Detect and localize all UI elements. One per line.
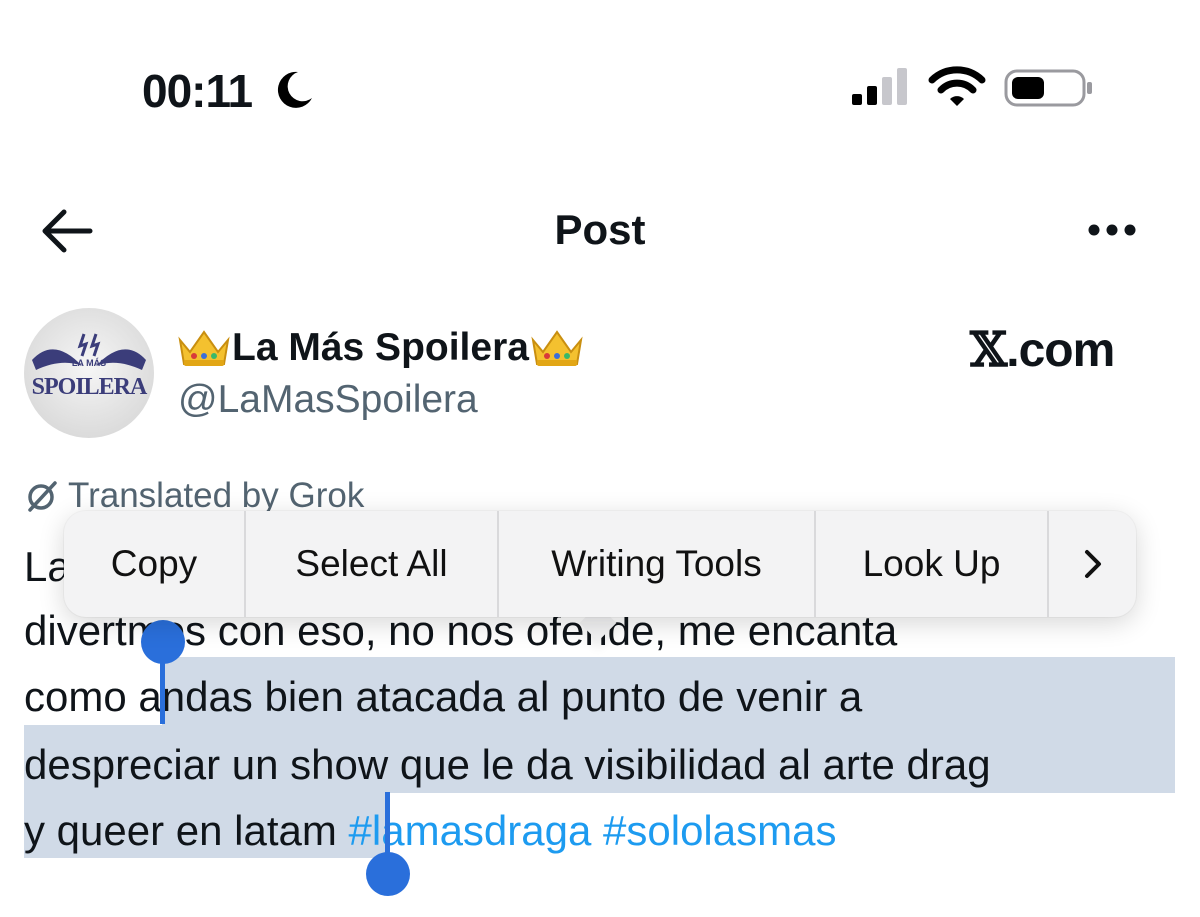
hashtag-link[interactable]: #sololasmas	[603, 807, 836, 854]
translation-notice[interactable]: Translated by Grok	[24, 476, 364, 516]
text-context-menu: Copy Select All Writing Tools Look Up	[64, 511, 1136, 617]
page-title: Post	[554, 206, 646, 253]
post-text-line: como andas bien atacada al punto de veni…	[24, 668, 862, 726]
post-text-selected: despreciar un show que le da visibilidad…	[24, 741, 991, 788]
post-text: como	[24, 673, 139, 720]
selection-end-handle[interactable]	[366, 852, 410, 896]
select-all-menu-item[interactable]: Select All	[246, 511, 497, 617]
avatar-logo: LA MÁS SPOILERA	[24, 308, 154, 438]
more-options-icon[interactable]	[1082, 212, 1142, 248]
post-text-selected: andas bien atacada al punto de venir a	[138, 673, 863, 720]
author-name-row[interactable]: La Más Spoilera	[176, 322, 585, 374]
status-time: 00:11	[142, 65, 253, 117]
avatar-text-bottom: SPOILERA	[32, 374, 148, 400]
cellular-signal-icon	[852, 68, 907, 105]
menu-more-button[interactable]	[1049, 511, 1136, 617]
crown-emoji-icon	[531, 330, 583, 366]
battery-icon	[1004, 69, 1092, 107]
moon-icon	[277, 71, 312, 108]
author-name: La Más Spoilera	[232, 326, 529, 369]
post-text-line: despreciar un show que le da visibilidad…	[24, 736, 991, 794]
look-up-menu-item[interactable]: Look Up	[816, 511, 1047, 617]
brand-watermark: 𝕏.com	[970, 322, 1115, 378]
crown-emoji-icon	[178, 330, 230, 366]
grok-icon	[28, 481, 57, 512]
writing-tools-menu-item[interactable]: Writing Tools	[499, 511, 814, 617]
brand-domain: .com	[1006, 324, 1115, 377]
x-logo: 𝕏	[970, 322, 1007, 378]
copy-menu-item[interactable]: Copy	[64, 511, 244, 617]
avatar-text-top: LA MÁS	[72, 358, 106, 368]
chevron-right-icon	[1084, 550, 1101, 578]
post-text-line: y queer en latam #lamasdraga #sololasmas	[24, 802, 836, 860]
post-text-selected: y queer en latam	[24, 807, 337, 854]
translation-label: Translated by Grok	[68, 476, 365, 515]
avatar[interactable]: LA MÁS SPOILERA	[24, 308, 154, 438]
author-handle[interactable]: @LaMasSpoilera	[178, 378, 478, 422]
wifi-icon	[928, 66, 986, 106]
selection-start-caret	[160, 640, 165, 724]
